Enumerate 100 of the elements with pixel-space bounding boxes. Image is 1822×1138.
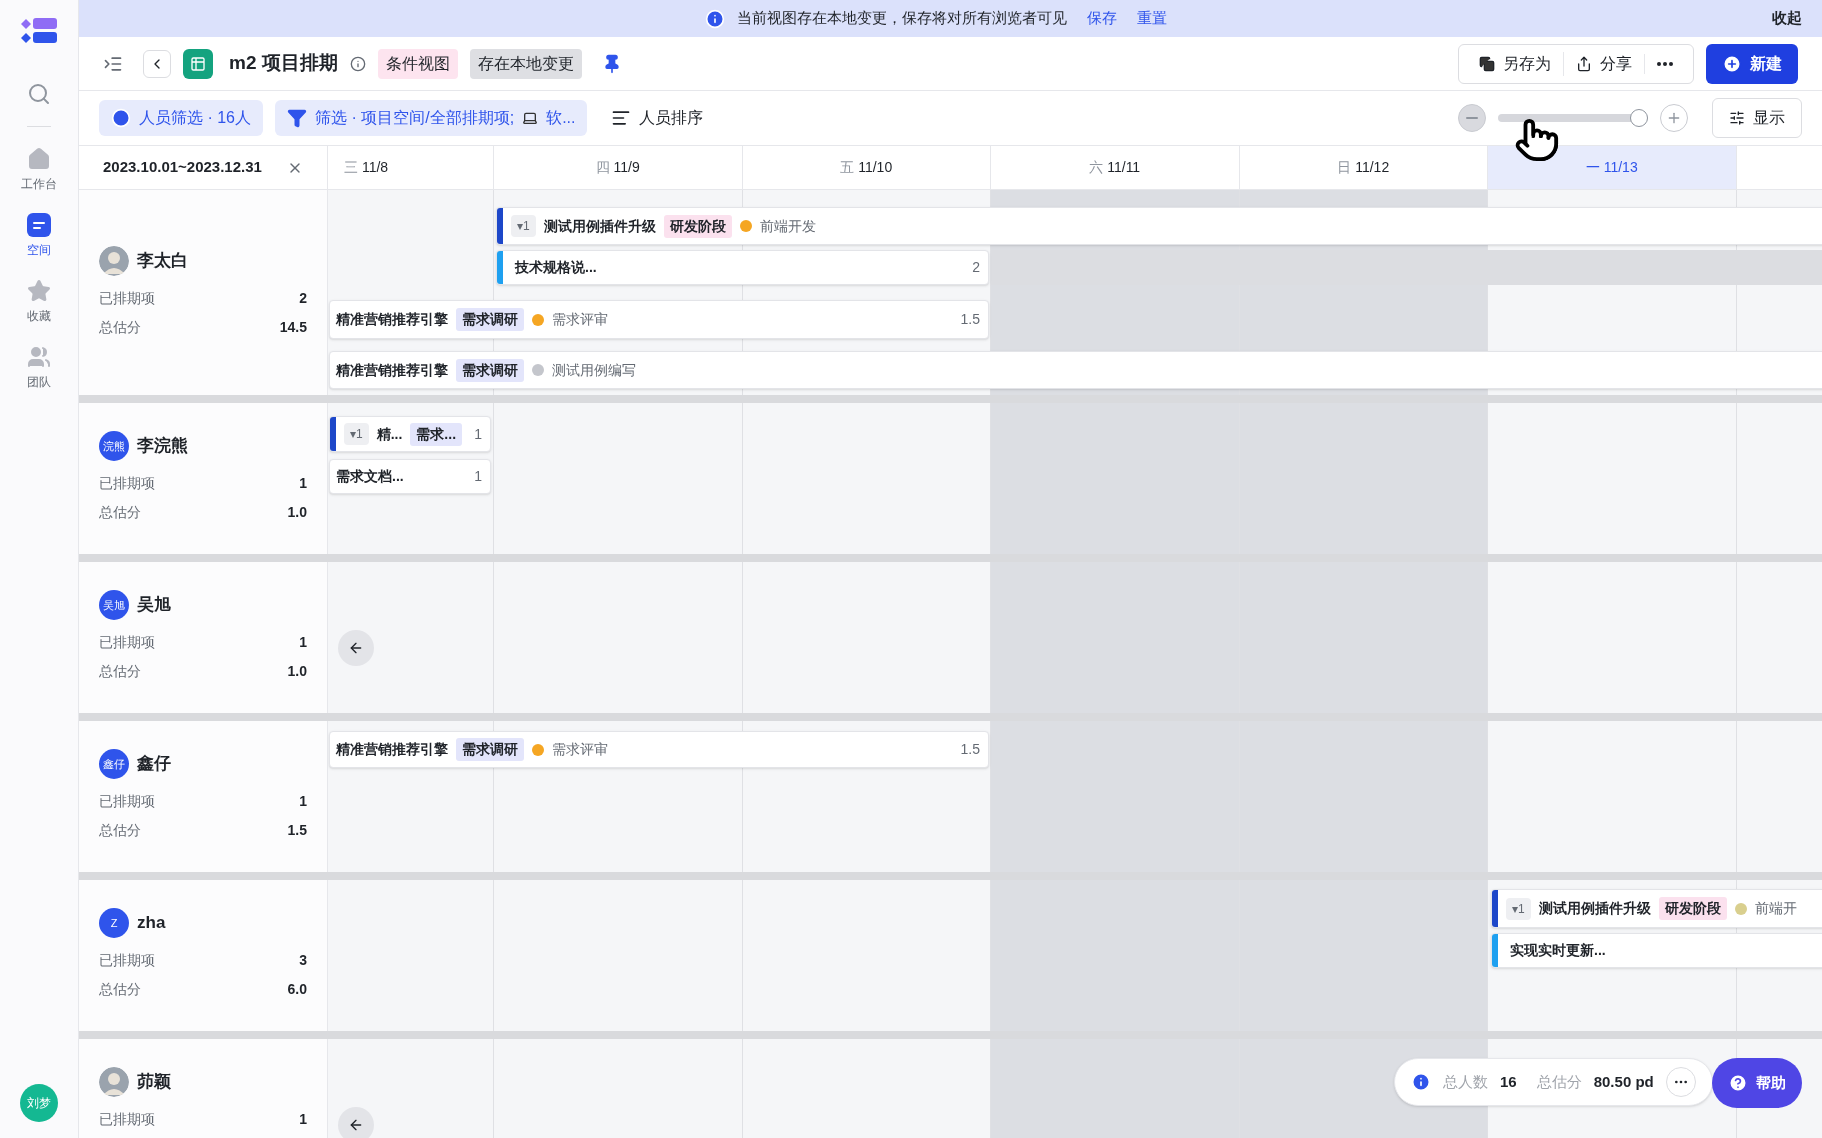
task-bar[interactable]: 精准营销推荐引擎 需求调研 需求评审 1.5 [329, 300, 989, 339]
filter-chip[interactable]: 筛选 · 项目空间/全部排期项; 软... [275, 100, 588, 136]
tag: 需求... [410, 422, 463, 446]
sort-icon [611, 108, 632, 128]
stat-value: 1.5 [287, 821, 307, 840]
action-button[interactable]: 另存为 [1467, 51, 1563, 76]
search-icon[interactable] [27, 82, 51, 106]
sidebar-item[interactable]: 工作台 [21, 147, 57, 193]
avatar [99, 246, 129, 276]
action-button[interactable]: 分享 [1563, 51, 1644, 76]
share-icon [1576, 55, 1592, 72]
expand-toggle[interactable]: ▾1 [1506, 897, 1531, 920]
back-button[interactable] [143, 49, 171, 78]
person-name: 吴旭 [137, 594, 171, 617]
task-bar[interactable]: ▾1 精... 需求... 1 [329, 416, 491, 452]
sidebar-item[interactable]: 收藏 [21, 279, 57, 325]
stat-label: 总估分 [99, 318, 141, 337]
person-name: 鑫仔 [137, 753, 171, 776]
expand-toggle[interactable]: ▾1 [344, 423, 369, 445]
color-stripe [497, 208, 503, 244]
stat-label: 已排期项 [99, 1110, 155, 1129]
task-bar[interactable]: ▾1 测试用例插件升级 研发阶段 前端开发 [496, 207, 1822, 245]
day-label: 三 11/8 [344, 158, 389, 177]
estimate: 1 [474, 467, 482, 486]
stat-label: 已排期项 [99, 474, 155, 493]
help-button[interactable]: 帮助 [1712, 1058, 1802, 1108]
copy-icon [1479, 55, 1495, 72]
plus-icon [1722, 53, 1742, 74]
stat-value: 6.0 [287, 980, 307, 999]
stat-label: 总估分 [99, 980, 141, 999]
task-bar[interactable]: 精准营销推荐引擎 需求调研 需求评审 1.5 [329, 731, 989, 768]
filter-icon [287, 108, 307, 128]
space-icon [27, 213, 51, 237]
display-button[interactable]: 显示 [1712, 98, 1802, 138]
stat-label: 已排期项 [99, 792, 155, 811]
info-icon [704, 8, 725, 29]
status-label: 需求评审 [552, 310, 608, 329]
expand-toggle[interactable]: ▾1 [511, 215, 536, 237]
arrow-left-icon [348, 640, 364, 656]
task-bar[interactable]: 需求文档... 1 [329, 459, 491, 494]
new-button[interactable]: 新建 [1706, 43, 1798, 84]
tag: 需求调研 [456, 738, 524, 761]
star-icon [27, 279, 51, 303]
task-title: 测试用例插件升级 [1538, 899, 1651, 918]
date-range: 2023.10.01~2023.12.31 [103, 157, 262, 178]
summary-label: 总估分 [1536, 1071, 1582, 1092]
stat-value: 1.0 [287, 503, 307, 522]
stat-value: 2 [299, 289, 307, 308]
avatar: 鑫仔 [99, 749, 129, 779]
color-stripe [1492, 890, 1498, 927]
person-name: 李太白 [137, 250, 188, 273]
task-bar[interactable]: 实现实时更新... [1491, 933, 1822, 968]
estimate: 1 [474, 424, 482, 444]
zoom-out-button[interactable] [1458, 104, 1486, 132]
sidebar-item[interactable]: 团队 [21, 345, 57, 391]
stat-value: 1 [299, 474, 307, 493]
banner-link[interactable]: 保存 [1086, 7, 1117, 30]
stat-label: 已排期项 [99, 633, 155, 652]
logo [19, 16, 59, 46]
info-icon [1411, 1072, 1431, 1092]
stat-value: 1 [299, 1110, 307, 1129]
more-icon [1657, 61, 1673, 66]
status-label: 测试用例编写 [552, 360, 636, 380]
stat-value: 1.0 [287, 662, 307, 681]
day-label: 六 11/11 [1089, 158, 1141, 177]
task-title: 精准营销推荐引擎 [336, 310, 448, 329]
task-bar[interactable]: 精准营销推荐引擎 需求调研 测试用例编写 [329, 351, 1822, 389]
estimate: 1.5 [960, 740, 980, 759]
task-title: 精准营销推荐引擎 [336, 740, 448, 759]
tag: 需求调研 [456, 308, 524, 331]
avatar: 吴旭 [99, 590, 129, 620]
color-stripe [1492, 934, 1498, 967]
stat-label: 总估分 [99, 821, 141, 840]
plus-icon [1666, 110, 1682, 126]
team-icon [27, 345, 51, 369]
info-icon[interactable] [349, 55, 366, 72]
status-label: 需求评审 [552, 740, 608, 759]
stat-value: 1 [299, 633, 307, 652]
task-title: 精... [376, 424, 403, 444]
table-icon [183, 48, 213, 79]
task-title: 测试用例插件升级 [543, 216, 656, 236]
collapse-button[interactable]: 收起 [1772, 7, 1802, 30]
person-name: 茆颖 [137, 1071, 171, 1094]
task-title: 实现实时更新... [1510, 941, 1606, 960]
minus-icon [1466, 117, 1478, 119]
summary-label: 总人数 [1443, 1071, 1488, 1092]
task-bar[interactable]: 技术规格说... 2 [496, 250, 989, 285]
color-stripe [497, 251, 503, 284]
banner-link[interactable]: 重置 [1136, 7, 1167, 30]
task-title: 技术规格说... [515, 258, 597, 277]
day-label: 一 11/13 [1585, 158, 1638, 177]
help-icon [1728, 1073, 1748, 1093]
task-bar[interactable]: ▾1 测试用例插件升级 研发阶段 前端开 [1491, 889, 1822, 928]
slider-thumb[interactable] [1630, 109, 1648, 127]
task-title: 精准营销推荐引擎 [336, 360, 448, 380]
stat-label: 总估分 [99, 503, 141, 522]
sidebar-item[interactable]: 空间 [21, 213, 57, 259]
zoom-slider[interactable] [1498, 109, 1648, 127]
sort-button[interactable]: 人员排序 [599, 100, 716, 136]
people-filter-chip[interactable]: 人员筛选 · 16人 [99, 100, 263, 136]
